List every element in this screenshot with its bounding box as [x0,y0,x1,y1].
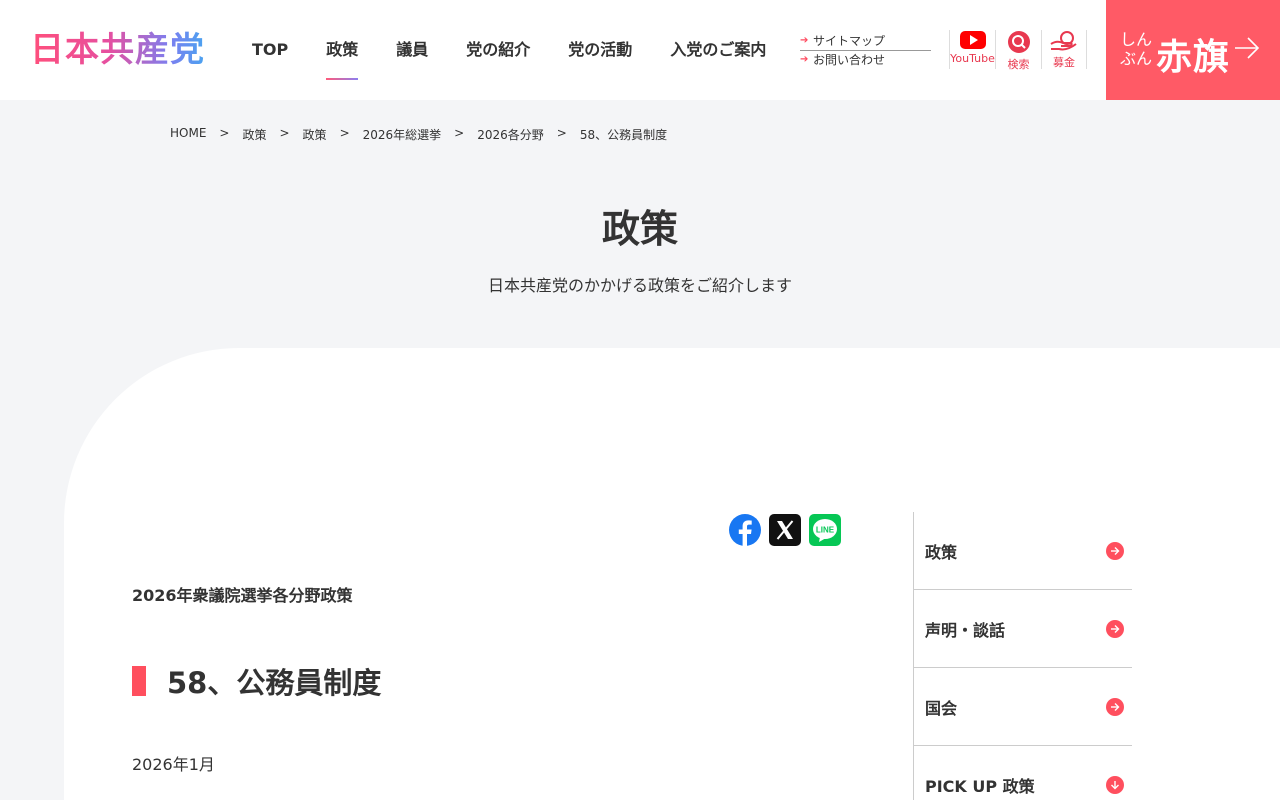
akahata-small-text: しん ぶん [1120,30,1152,68]
nav-join[interactable]: 入党のご案内 [651,0,785,100]
side-item-label: 政策 [925,542,958,562]
nav-activities[interactable]: 党の活動 [549,0,651,100]
nav-top[interactable]: TOP [233,0,307,100]
arrow-right-circle-icon [1106,541,1124,560]
akahata-title: 赤旗 [1156,36,1231,78]
svg-text:LINE: LINE [816,526,835,535]
title-accent-bar [132,666,146,696]
side-menu: 政策 声明・談話 国会 PICK UP 政策 [913,512,1132,800]
breadcrumb-election[interactable]: 2026年総選挙 [363,126,442,143]
nav-policy[interactable]: 政策 [307,0,377,100]
sitemap-link[interactable]: ➔ サイトマップ [800,33,931,51]
arrow-right-circle-icon [1106,697,1124,716]
x-icon [776,520,794,540]
contact-label: お問い合わせ [813,53,886,67]
breadcrumb-separator: > [219,126,230,140]
page-subtitle: 日本共産党のかかげる政策をご紹介します [487,276,792,295]
side-item-pickup[interactable]: PICK UP 政策 [914,746,1132,800]
side-item-label: PICK UP 政策 [925,776,1035,796]
breadcrumb-current: 58、公務員制度 [579,128,668,142]
contact-link[interactable]: ➔ お問い合わせ [800,51,931,68]
breadcrumb-separator: > [556,126,567,140]
search-icon [1007,31,1030,53]
breadcrumb-separator: > [339,126,350,140]
youtube-label: YouTube [950,52,995,65]
site-header: 日本共産党 TOP 政策 議員 党の紹介 党の活動 入党のご案内 ➔ サイトマッ… [0,0,1280,100]
breadcrumb-policy-2[interactable]: 政策 [303,126,327,143]
side-item-label: 声明・談話 [925,620,1006,640]
breadcrumb: HOME > 政策 > 政策 > 2026年総選挙 > 2026各分野 > 58… [170,126,667,143]
share-buttons: LINE [729,514,841,546]
side-item-statements[interactable]: 声明・談話 [914,590,1132,668]
line-share-button[interactable]: LINE [809,514,841,546]
search-link[interactable]: 検索 [995,30,1041,71]
line-icon: LINE [813,519,837,542]
nav-members[interactable]: 議員 [377,0,447,100]
donation-link[interactable]: 募金 [1041,30,1087,69]
article-heading: 58、公務員制度 [132,665,381,700]
donation-label: 募金 [1053,56,1075,69]
breadcrumb-separator: > [279,126,290,140]
donation-icon [1050,31,1077,51]
facebook-share-button[interactable] [729,514,761,546]
header-icon-links: YouTube 検索 募金 [949,30,1087,71]
x-share-button[interactable] [769,514,801,546]
arrow-right-icon: ➔ [800,54,809,65]
search-label: 検索 [1007,58,1030,71]
arrow-right-icon [1235,37,1260,59]
akahata-small-line1: しん [1120,30,1153,49]
breadcrumb-policy[interactable]: 政策 [242,126,266,143]
sitemap-label: サイトマップ [813,34,886,48]
breadcrumb-home[interactable]: HOME [170,126,206,143]
article-title: 58、公務員制度 [167,666,382,700]
side-item-policy[interactable]: 政策 [914,512,1132,590]
nav-about[interactable]: 党の紹介 [447,0,549,100]
arrow-down-circle-icon [1106,775,1124,794]
global-nav: TOP 政策 議員 党の紹介 党の活動 入党のご案内 [233,0,785,100]
facebook-icon [738,520,752,546]
side-item-label: 国会 [925,698,958,718]
breadcrumb-fields[interactable]: 2026各分野 [477,126,544,143]
header-sublinks: ➔ サイトマップ ➔ お問い合わせ [800,33,931,68]
arrow-right-icon: ➔ [800,35,809,46]
article-date: 2026年1月 [132,755,215,774]
breadcrumb-separator: > [454,126,465,140]
akahata-small-line2: ぶん [1120,49,1153,68]
page-title: 政策 [601,207,678,251]
article-kicker: 2026年衆議院選挙各分野政策 [132,586,353,605]
youtube-link[interactable]: YouTube [949,30,995,69]
arrow-right-circle-icon [1106,619,1124,638]
side-item-diet[interactable]: 国会 [914,668,1132,746]
site-logo[interactable]: 日本共産党 [30,31,205,69]
akahata-banner-link[interactable]: しん ぶん 赤旗 [1106,0,1280,100]
youtube-icon [959,31,986,49]
